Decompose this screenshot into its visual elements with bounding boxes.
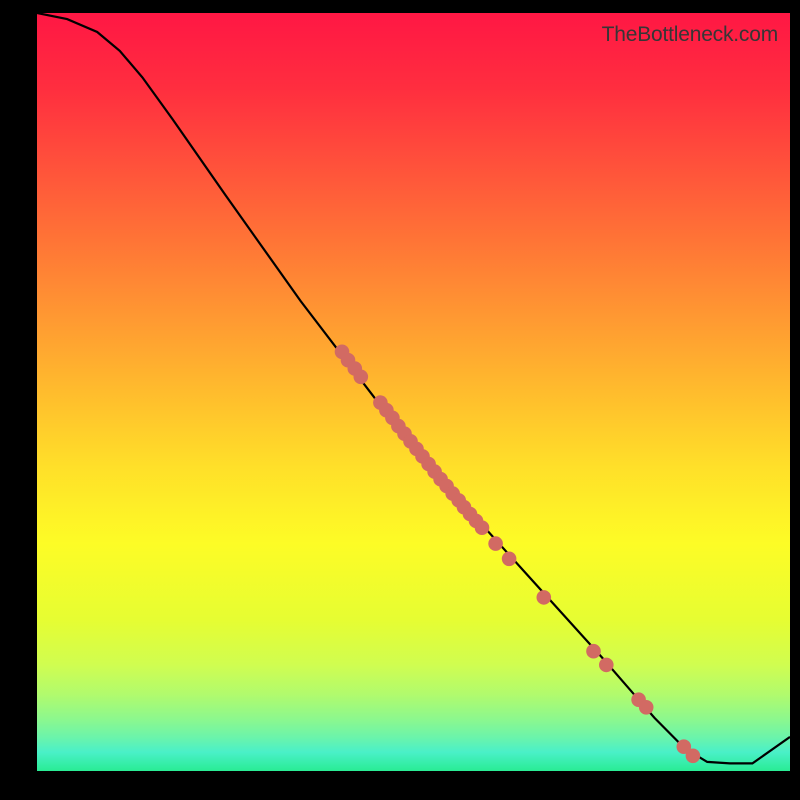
data-marker	[502, 552, 517, 567]
data-markers	[335, 345, 701, 764]
data-marker	[686, 749, 701, 764]
data-marker	[354, 370, 369, 385]
bottleneck-chart: TheBottleneck.com	[37, 13, 790, 771]
data-marker	[475, 520, 490, 535]
chart-curve-layer	[37, 13, 790, 771]
data-marker	[639, 700, 654, 715]
data-marker	[586, 644, 601, 659]
data-marker	[599, 658, 614, 673]
data-marker	[488, 536, 503, 551]
watermark-text: TheBottleneck.com	[602, 23, 778, 47]
data-marker	[537, 590, 552, 605]
performance-curve	[37, 13, 790, 763]
